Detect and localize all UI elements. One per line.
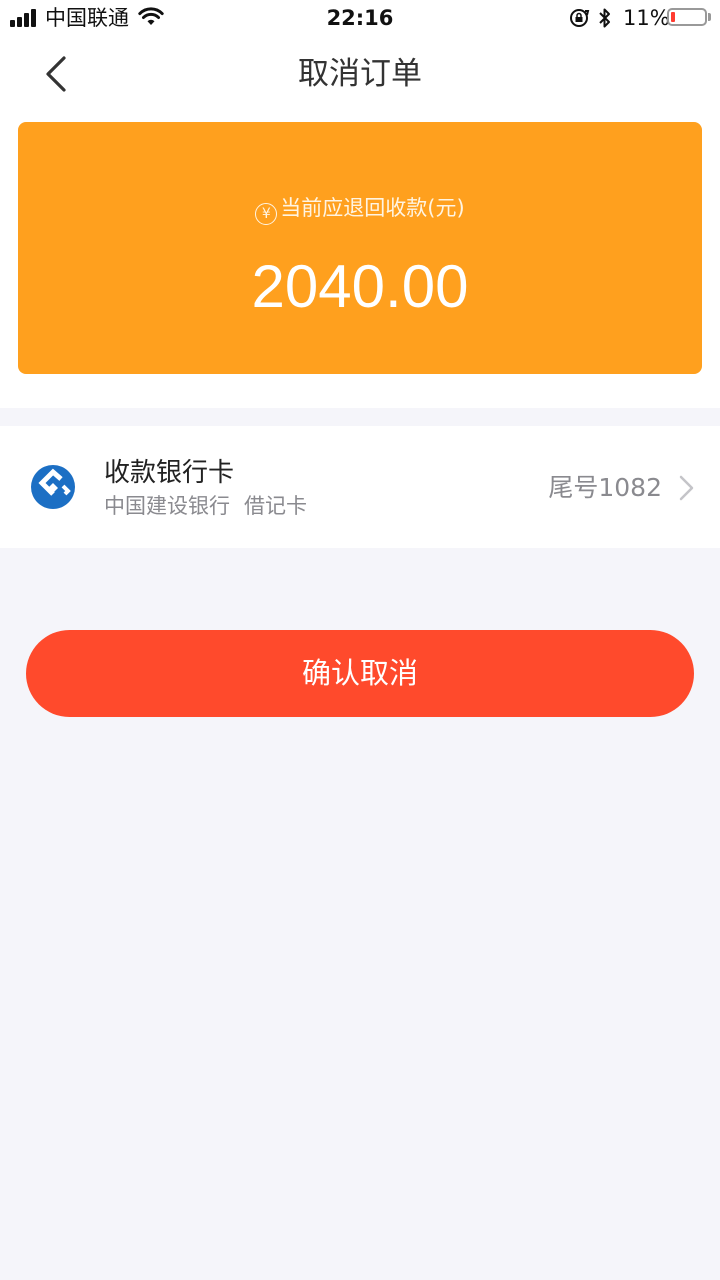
- refund-card: ¥ 当前应退回收款(元) 2040.00: [18, 122, 702, 374]
- card-type: 借记卡: [244, 494, 307, 518]
- chevron-right-icon: [679, 475, 694, 501]
- bank-card-title: 收款银行卡: [104, 458, 235, 488]
- bank-name: 中国建设银行: [104, 494, 230, 518]
- card-tail-number: 尾号1082: [548, 473, 662, 502]
- clock: 22:16: [326, 6, 394, 30]
- battery-nub: [708, 13, 711, 21]
- battery-icon: [667, 8, 707, 26]
- bluetooth-icon: [599, 8, 610, 28]
- refund-amount: 2040.00: [251, 253, 469, 320]
- battery-percent: 11%: [623, 6, 670, 30]
- yen-icon: ¥: [255, 203, 278, 225]
- battery-level: [671, 12, 675, 22]
- rotation-lock-icon: [570, 9, 590, 27]
- bank-card-subtitle: 中国建设银行 借记卡: [104, 492, 307, 520]
- page-title: 取消订单: [298, 56, 422, 92]
- bank-card-row[interactable]: 收款银行卡 中国建设银行 借记卡 尾号1082: [0, 426, 720, 548]
- refund-label-row: ¥ 当前应退回收款(元): [18, 194, 702, 225]
- ccb-bank-logo-icon: [31, 465, 75, 509]
- refund-label: 当前应退回收款(元): [280, 196, 465, 220]
- nav-bar: 取消订单: [0, 38, 720, 110]
- status-bar: 中国联通 22:16 11%: [0, 0, 720, 38]
- confirm-cancel-button[interactable]: 确认取消: [26, 630, 694, 717]
